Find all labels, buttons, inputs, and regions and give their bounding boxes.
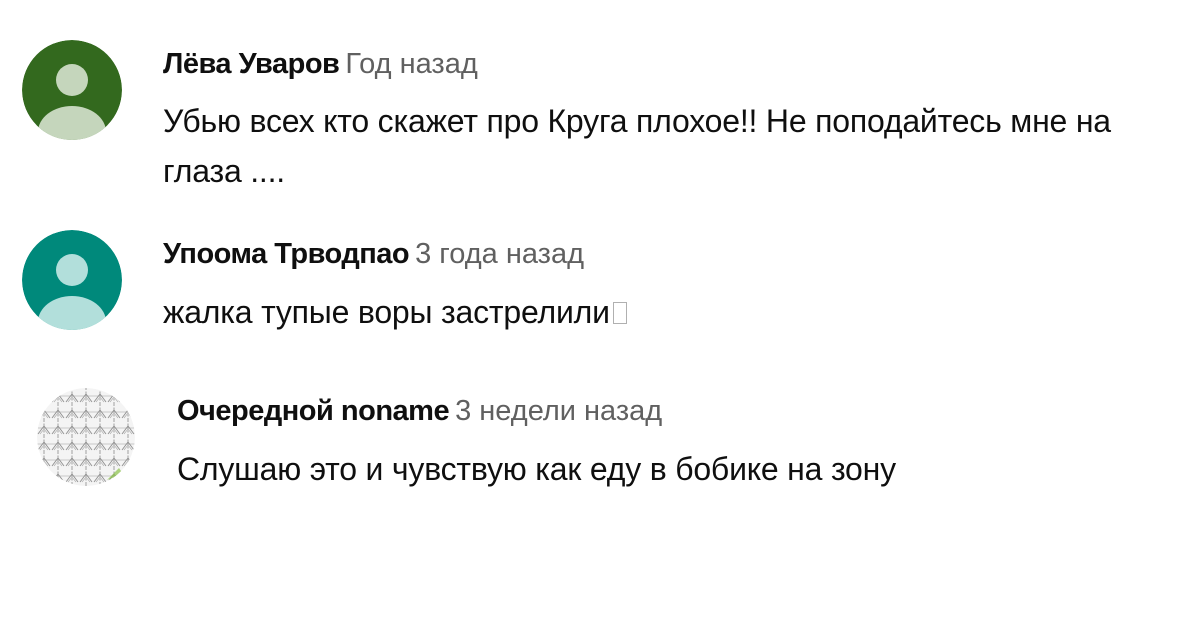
comment-item: Лёва Уваров Год назад Убью всех кто скаже…: [0, 0, 1182, 210]
comment-author[interactable]: Упоома Трводпао: [163, 238, 410, 270]
comment-text: Слушаю это и чувствую как еду в бобике н…: [177, 451, 896, 487]
pattern-avatar-icon: [37, 388, 135, 486]
comment-header: Упоома Трводпао 3 года назад: [163, 237, 584, 271]
comment-text: жалка тупые воры застрелили: [163, 287, 1123, 337]
comment-header: Лёва Уваров Год назад: [163, 47, 478, 81]
missing-glyph-icon: [612, 302, 627, 324]
comment-author[interactable]: Очередной noname: [177, 395, 450, 427]
comment-author[interactable]: Лёва Уваров: [163, 48, 340, 80]
comment-timestamp[interactable]: 3 года назад: [415, 238, 584, 270]
comment-text-content: жалка тупые воры застрелили: [163, 294, 610, 330]
avatar[interactable]: [37, 388, 135, 486]
avatar[interactable]: [22, 230, 122, 330]
comment-header: Очередной noname 3 недели назад: [177, 394, 662, 428]
comment-text: Убью всех кто скажет про Круга плохое!! …: [163, 103, 1111, 189]
default-avatar-icon: [22, 230, 122, 330]
comment-timestamp[interactable]: 3 недели назад: [455, 395, 662, 427]
comment-timestamp[interactable]: Год назад: [345, 48, 477, 80]
default-avatar-icon: [22, 40, 122, 140]
comment-item: Очередной noname 3 недели назад Слушаю эт…: [0, 370, 1182, 530]
comment-item: Упоома Трводпао 3 года назад жалка тупые …: [0, 210, 1182, 370]
avatar[interactable]: [22, 40, 122, 140]
